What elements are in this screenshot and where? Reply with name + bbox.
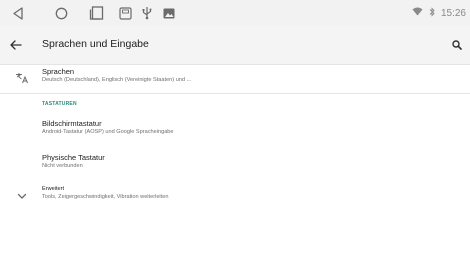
physical-keyboard-title: Physische Tastatur: [42, 153, 105, 162]
android-settings-screen: 15:26 Sprachen und Eingabe Sprachen Deut…: [0, 0, 470, 274]
arrow-back-icon[interactable]: [6, 35, 26, 55]
usb-icon: [139, 6, 155, 20]
search-icon[interactable]: [448, 36, 466, 54]
image-icon: [161, 6, 177, 20]
home-circle-icon[interactable]: [53, 6, 69, 20]
clock: 15:26: [440, 7, 466, 19]
list-item-advanced[interactable]: Erweitert Tools, Zeigergeschwindigkeit, …: [0, 181, 470, 213]
divider: [0, 93, 470, 94]
list-item-screen-keyboard[interactable]: Bildschirmtastatur Android-Tastatur (AOS…: [0, 113, 470, 145]
bluetooth-icon: [429, 6, 435, 20]
app-bar: Sprachen und Eingabe: [0, 26, 470, 65]
chevron-down-icon: [14, 189, 30, 203]
physical-keyboard-subtitle: Nicht verbunden: [42, 163, 83, 169]
screen-keyboard-subtitle: Android-Tastatur (AOSP) und Google Sprac…: [42, 129, 174, 135]
languages-subtitle: Deutsch (Deutschland), Englisch (Vereini…: [42, 77, 192, 83]
recents-square-icon[interactable]: [88, 6, 104, 20]
status-indicators: 15:26: [412, 0, 466, 26]
languages-title: Sprachen: [42, 67, 75, 76]
section-header-keyboards: TASTATUREN: [42, 101, 77, 107]
sd-card-icon: [117, 6, 133, 20]
back-triangle-icon[interactable]: [10, 6, 26, 20]
wifi-icon: [412, 7, 423, 19]
translate-icon: [14, 71, 30, 85]
screen-keyboard-title: Bildschirmtastatur: [42, 119, 102, 128]
list-item-physical-keyboard[interactable]: Physische Tastatur Nicht verbunden: [0, 147, 470, 179]
page-title: Sprachen und Eingabe: [42, 38, 149, 50]
advanced-title: Erweitert: [42, 186, 65, 192]
list-item-languages[interactable]: Sprachen Deutsch (Deutschland), Englisch…: [0, 64, 470, 93]
advanced-subtitle: Tools, Zeigergeschwindigkeit, Vibration …: [42, 194, 169, 200]
system-bar: 15:26: [0, 0, 470, 26]
